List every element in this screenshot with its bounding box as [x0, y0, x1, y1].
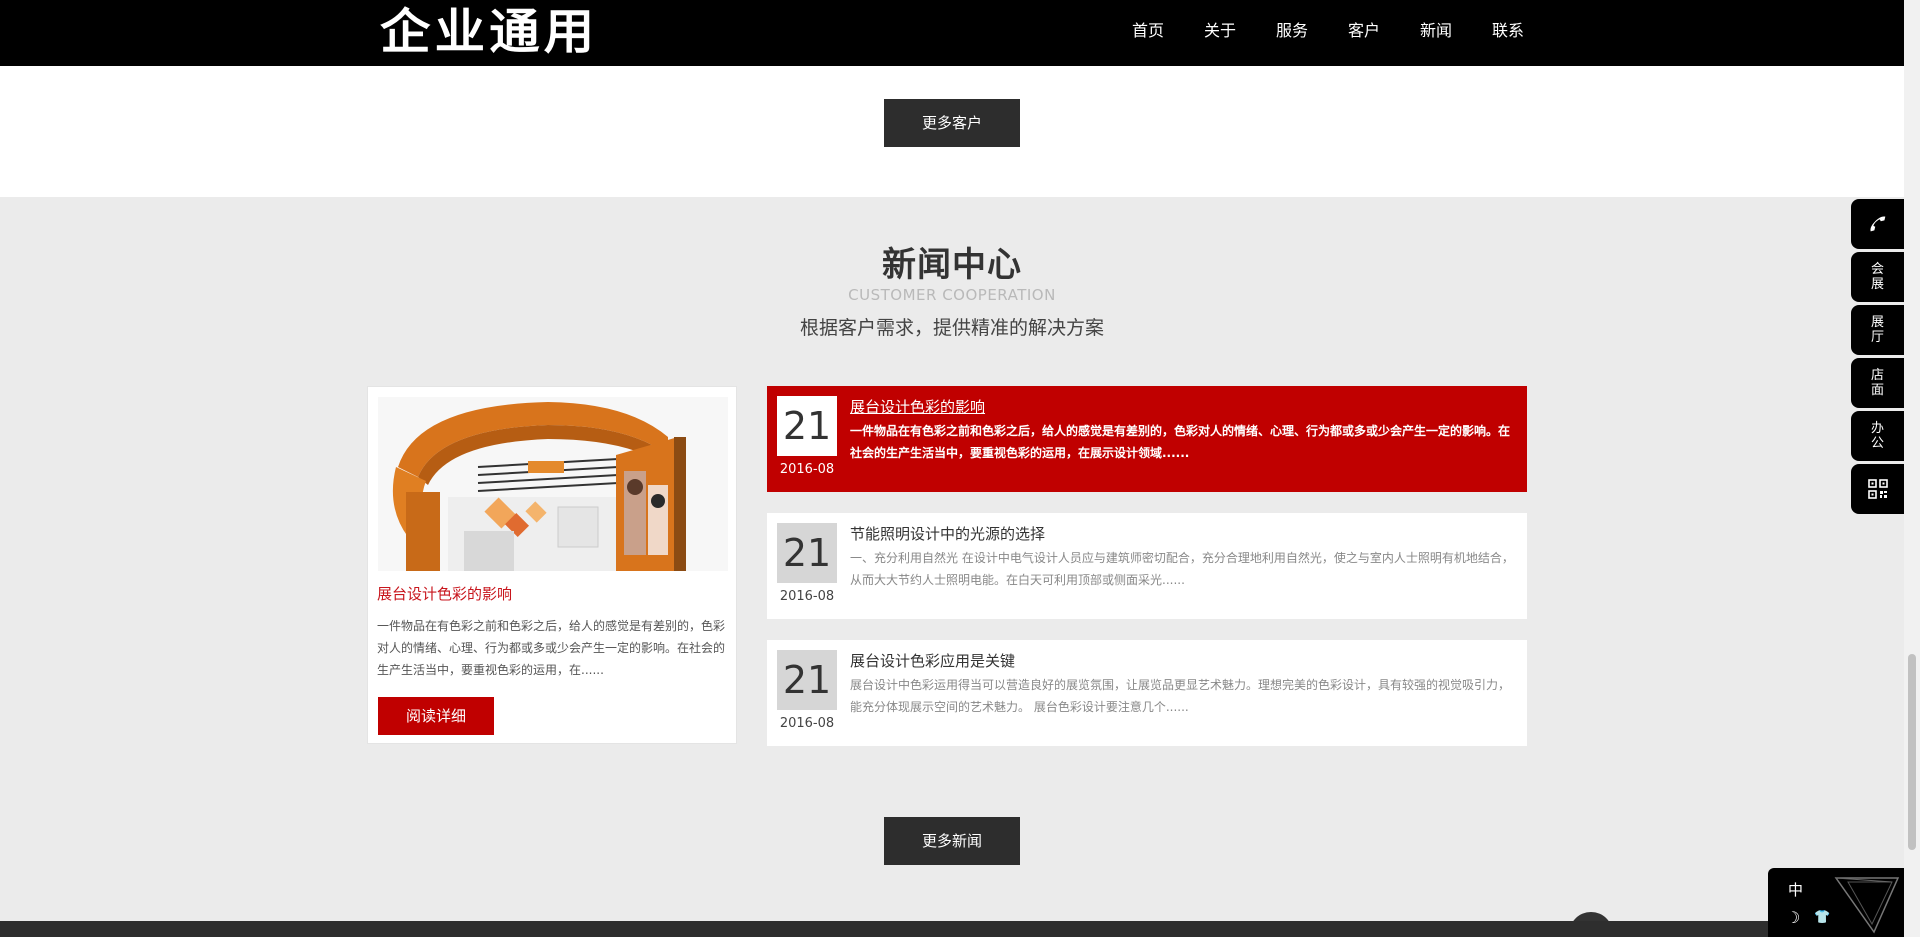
section-subtitle-cn: 根据客户需求，提供精准的解决方案 [799, 317, 1104, 339]
news-excerpt: 展台设计中色彩运用得当可以营造良好的展览氛围，让展览品更显艺术魅力。理想完美的色… [850, 678, 1511, 714]
featured-news-image[interactable] [378, 397, 728, 571]
news-section: 新闻中心 CUSTOMER COOPERATION 根据客户需求，提供精准的解决… [0, 197, 1904, 937]
nav-news[interactable]: 新闻 [1400, 0, 1472, 66]
side-showroom-button[interactable]: 展厅 [1851, 305, 1904, 355]
customers-section: 更多客户 [0, 66, 1904, 197]
shirt-icon[interactable]: 👕 [1814, 910, 1830, 925]
news-day: 21 [777, 396, 837, 456]
language-toggle[interactable]: 中 [1788, 879, 1803, 900]
featured-news-title[interactable]: 展台设计色彩的影响 [377, 583, 512, 604]
news-year-month: 2016-08 [779, 589, 835, 604]
side-exhibition-button[interactable]: 会展 [1851, 252, 1904, 302]
moon-icon[interactable]: ☽ [1786, 908, 1800, 927]
qrcode-icon [1867, 479, 1888, 499]
news-excerpt: 一、充分利用自然光 在设计中电气设计人员应与建筑师密切配合，充分合理地利用自然光… [850, 551, 1514, 587]
side-item-label: 展厅 [1870, 315, 1884, 345]
nav-about[interactable]: 关于 [1184, 0, 1256, 66]
side-item-label: 办公 [1870, 421, 1884, 451]
side-qrcode-button[interactable] [1851, 464, 1904, 514]
news-year-month: 2016-08 [779, 462, 835, 477]
news-day: 21 [777, 523, 837, 583]
news-list-item[interactable]: 21 2016-08 展台设计色彩应用是关键 展台设计中色彩运用得当可以营造良好… [767, 640, 1527, 746]
featured-news-card[interactable]: 展台设计色彩的影响 一件物品在有色彩之前和色彩之后，给人的感觉是有差别的，色彩对… [367, 386, 737, 744]
nav-home[interactable]: 首页 [1112, 0, 1184, 66]
news-list-item[interactable]: 21 2016-08 节能照明设计中的光源的选择 一、充分利用自然光 在设计中电… [767, 513, 1527, 619]
language-theme-widget: 中 ☽ 👕 [1768, 868, 1904, 937]
section-title: 新闻中心 [882, 245, 1022, 285]
triangle-logo-icon [1834, 877, 1900, 934]
nav-customers[interactable]: 客户 [1328, 0, 1400, 66]
featured-news-desc: 一件物品在有色彩之前和色彩之后，给人的感觉是有差别的，色彩对人的情绪、心理、行为… [377, 619, 726, 677]
more-customers-button[interactable]: 更多客户 [884, 99, 1020, 147]
scrollbar-thumb[interactable] [1908, 654, 1916, 850]
side-office-button[interactable]: 办公 [1851, 411, 1904, 461]
side-phone-button[interactable] [1851, 199, 1904, 249]
side-item-label: 会展 [1870, 262, 1884, 292]
top-navbar: 企业通用 首页 关于 服务 客户 新闻 联系 [0, 0, 1904, 66]
more-news-button[interactable]: 更多新闻 [884, 817, 1020, 865]
footer-strip [0, 921, 1904, 937]
news-excerpt: 一件物品在有色彩之前和色彩之后，给人的感觉是有差别的，色彩对人的情绪、心理、行为… [850, 424, 1511, 460]
news-title[interactable]: 展台设计色彩应用是关键 [850, 650, 1015, 671]
news-year-month: 2016-08 [779, 716, 835, 731]
news-title[interactable]: 展台设计色彩的影响 [850, 396, 985, 417]
news-title[interactable]: 节能照明设计中的光源的选择 [850, 523, 1045, 544]
nav-contact[interactable]: 联系 [1472, 0, 1544, 66]
side-store-button[interactable]: 店面 [1851, 358, 1904, 408]
read-more-button[interactable]: 阅读详细 [378, 697, 494, 735]
page-scrollbar[interactable] [1904, 0, 1920, 937]
phone-icon [1869, 216, 1885, 232]
news-list-item[interactable]: 21 2016-08 展台设计色彩的影响 一件物品在有色彩之前和色彩之后，给人的… [767, 386, 1527, 492]
side-toolbar: 会展 展厅 店面 办公 [1851, 199, 1904, 517]
page: 企业通用 首页 关于 服务 客户 新闻 联系 更多客户 新闻中心 CUSTOME… [0, 0, 1904, 937]
nav-services[interactable]: 服务 [1256, 0, 1328, 66]
site-logo[interactable]: 企业通用 [380, 4, 598, 60]
main-nav: 首页 关于 服务 客户 新闻 联系 [1112, 0, 1544, 66]
side-item-label: 店面 [1870, 368, 1884, 398]
news-day: 21 [777, 650, 837, 710]
section-subtitle-en: CUSTOMER COOPERATION [848, 286, 1056, 304]
